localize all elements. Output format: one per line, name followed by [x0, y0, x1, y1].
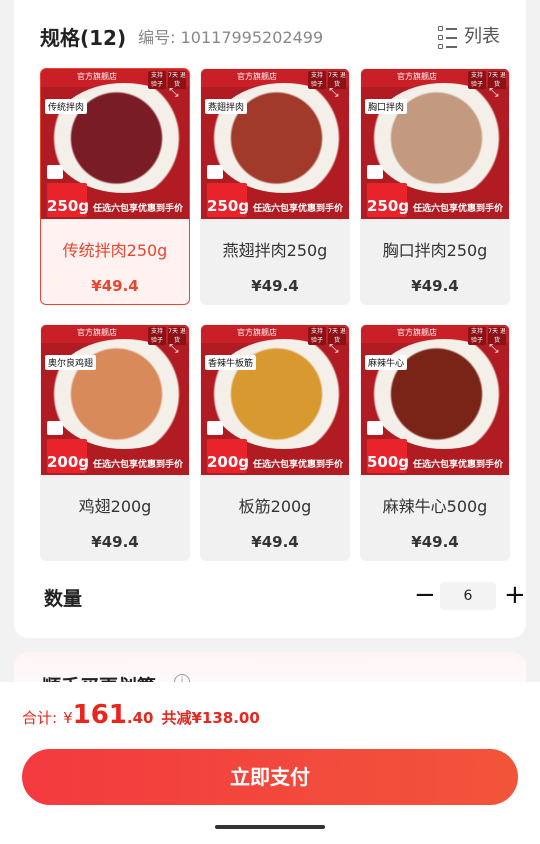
thumb-badge: 支持 验子 [308, 327, 326, 345]
list-view-label: 列表 [464, 26, 500, 47]
qr-icon [47, 165, 63, 179]
expand-icon[interactable]: ⤡ [489, 341, 503, 355]
home-indicator [215, 825, 325, 829]
quantity-minus-button[interactable]: − [414, 582, 436, 610]
thumb-promo: 任选六包享优惠到手价 [253, 460, 344, 470]
thumb-weight: 250g [207, 183, 249, 217]
thumb-tag: 传统拌肉 [45, 99, 88, 114]
discount-text: 共减¥138.00 [161, 709, 260, 727]
thumb-promo: 任选六包享优惠到手价 [253, 204, 344, 214]
thumb-brand: 官方旗舰店 [397, 328, 437, 337]
product-image: 官方旗舰店 奥尔良鸡翅 支持 验子 7天 退货 ⤡ 200g 任选六包享优惠到手价 [41, 325, 189, 475]
order-total: 合计: ¥ 161 .40 共减¥138.00 [22, 700, 260, 730]
spec-option[interactable]: 官方旗舰店 燕翅拌肉 支持 验子 7天 退货 ⤡ 250g 任选六包享优惠到手价 燕翅拌肉25… [200, 68, 350, 305]
spec-option-name: 鸡翅200g [78, 497, 152, 516]
spec-option[interactable]: 官方旗舰店 奥尔良鸡翅 支持 验子 7天 退货 ⤡ 200g 任选六包享优惠到手价 鸡翅200… [40, 324, 190, 561]
spec-header: 规格(12) 编号: 10117995202499 [40, 20, 323, 52]
thumb-badge: 支持 验子 [308, 71, 326, 89]
expand-icon[interactable]: ⤡ [329, 85, 343, 99]
list-icon [438, 26, 457, 49]
thumb-weight: 200g [207, 439, 249, 473]
qr-icon [207, 421, 223, 435]
thumb-weight: 500g [367, 439, 409, 473]
spec-card: 规格(12) 编号: 10117995202499 列表 官方旗舰店 传统拌肉 支持… [14, 0, 526, 638]
spec-option-price: ¥49.4 [411, 533, 459, 551]
thumb-brand: 官方旗舰店 [237, 328, 277, 337]
spec-option-price: ¥49.4 [251, 277, 299, 295]
spec-option[interactable]: 官方旗舰店 传统拌肉 支持 验子 7天 退货 ⤡ 250g 任选六包享优惠到手价 传统拌肉25… [40, 68, 190, 305]
quantity-label: 数量 [44, 588, 83, 610]
thumb-badge: 支持 验子 [148, 71, 166, 89]
expand-icon[interactable]: ⤡ [489, 85, 503, 99]
thumb-promo: 任选六包享优惠到手价 [93, 460, 184, 470]
product-image: 官方旗舰店 香辣牛板筋 支持 验子 7天 退货 ⤡ 200g 任选六包享优惠到手价 [201, 325, 349, 475]
thumb-badge: 支持 验子 [468, 71, 486, 89]
product-image: 官方旗舰店 麻辣牛心 支持 验子 7天 退货 ⤡ 500g 任选六包享优惠到手价 [361, 325, 509, 475]
thumb-tag: 胸口拌肉 [365, 99, 408, 114]
expand-icon[interactable]: ⤡ [169, 85, 183, 99]
spec-option-price: ¥49.4 [411, 277, 459, 295]
thumb-promo: 任选六包享优惠到手价 [413, 204, 504, 214]
quantity-input[interactable]: 6 [440, 582, 496, 610]
thumb-tag: 燕翅拌肉 [205, 99, 248, 114]
thumb-promo: 任选六包享优惠到手价 [413, 460, 504, 470]
spec-option[interactable]: 官方旗舰店 麻辣牛心 支持 验子 7天 退货 ⤡ 500g 任选六包享优惠到手价 麻辣牛心50… [360, 324, 510, 561]
thumb-tag: 香辣牛板筋 [205, 355, 257, 370]
spec-option-name: 燕翅拌肉250g [222, 241, 328, 260]
spec-option-price: ¥49.4 [91, 533, 139, 551]
product-image: 官方旗舰店 传统拌肉 支持 验子 7天 退货 ⤡ 250g 任选六包享优惠到手价 [41, 69, 189, 219]
thumb-brand: 官方旗舰店 [77, 328, 117, 337]
spec-option-price: ¥49.4 [91, 277, 139, 295]
checkout-footer: 合计: ¥ 161 .40 共减¥138.00 立即支付 [0, 682, 540, 844]
thumb-tag: 奥尔良鸡翅 [45, 355, 97, 370]
spec-option-price: ¥49.4 [251, 533, 299, 551]
spec-option[interactable]: 官方旗舰店 香辣牛板筋 支持 验子 7天 退货 ⤡ 200g 任选六包享优惠到手价 板筋200… [200, 324, 350, 561]
thumb-brand: 官方旗舰店 [77, 72, 117, 81]
qr-icon [47, 421, 63, 435]
total-amount-int: 161 [72, 700, 127, 730]
spec-title: 规格(12) [40, 25, 127, 50]
thumb-weight: 250g [47, 183, 89, 217]
product-code: 编号: 10117995202499 [138, 28, 324, 47]
expand-icon[interactable]: ⤡ [169, 341, 183, 355]
spec-option-name: 板筋200g [238, 497, 312, 516]
list-view-button[interactable]: 列表 [438, 22, 500, 49]
total-amount-dec: .40 [126, 709, 154, 727]
thumb-badge: 支持 验子 [468, 327, 486, 345]
spec-option-name: 传统拌肉250g [62, 241, 168, 260]
thumb-brand: 官方旗舰店 [397, 72, 437, 81]
spec-option[interactable]: 官方旗舰店 胸口拌肉 支持 验子 7天 退货 ⤡ 250g 任选六包享优惠到手价 胸口拌肉25… [360, 68, 510, 305]
thumb-badge: 支持 验子 [148, 327, 166, 345]
thumb-weight: 250g [367, 183, 409, 217]
spec-option-name: 麻辣牛心500g [382, 497, 488, 516]
product-image: 官方旗舰店 燕翅拌肉 支持 验子 7天 退货 ⤡ 250g 任选六包享优惠到手价 [201, 69, 349, 219]
thumb-weight: 200g [47, 439, 89, 473]
thumb-promo: 任选六包享优惠到手价 [93, 204, 184, 214]
product-image: 官方旗舰店 胸口拌肉 支持 验子 7天 退货 ⤡ 250g 任选六包享优惠到手价 [361, 69, 509, 219]
qr-icon [367, 165, 383, 179]
expand-icon[interactable]: ⤡ [329, 341, 343, 355]
total-label: 合计: [22, 709, 58, 727]
thumb-brand: 官方旗舰店 [237, 72, 277, 81]
qr-icon [367, 421, 383, 435]
thumb-tag: 麻辣牛心 [365, 355, 408, 370]
pay-now-button[interactable]: 立即支付 [22, 749, 518, 805]
total-currency: ¥ [63, 709, 73, 727]
spec-option-name: 胸口拌肉250g [382, 241, 488, 260]
quantity-plus-button[interactable]: + [504, 582, 526, 610]
qr-icon [207, 165, 223, 179]
